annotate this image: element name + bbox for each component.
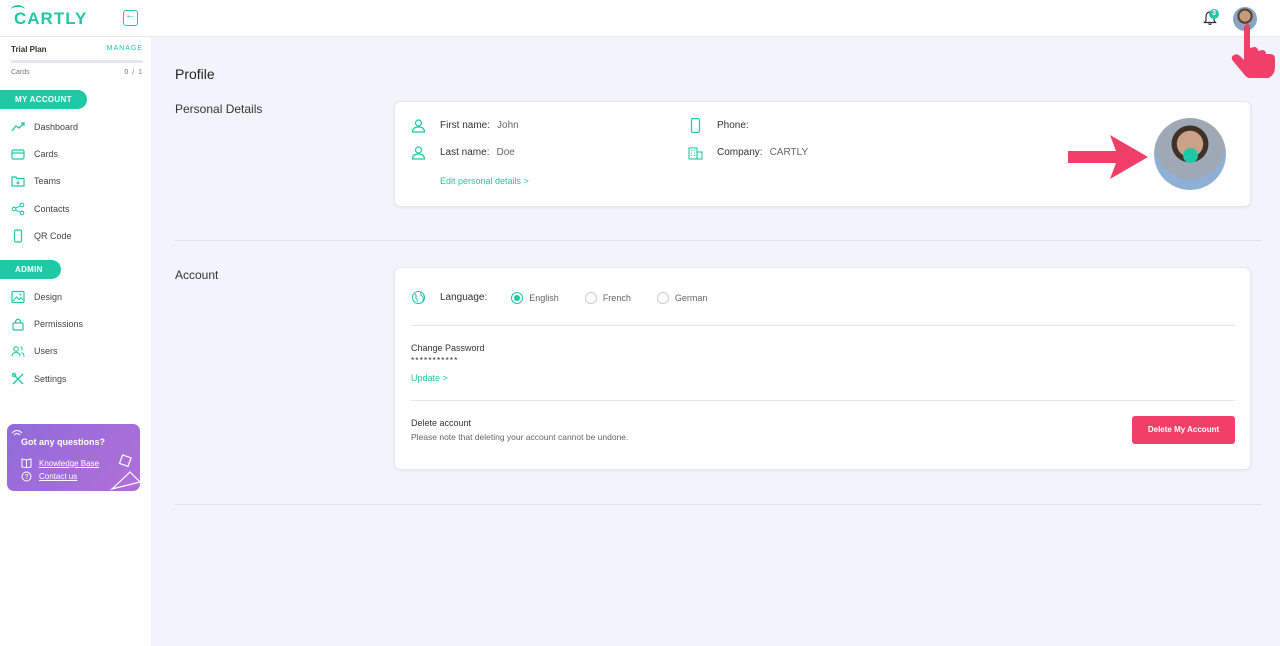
card-divider: [411, 325, 1235, 326]
cartly-logo[interactable]: CARTLY: [11, 5, 87, 29]
paper-plane-decoration-icon: [110, 454, 140, 491]
last-name-value: Doe: [496, 147, 515, 158]
personal-details-heading: Personal Details: [175, 102, 263, 116]
language-label: Language:: [440, 292, 488, 303]
sidebar-item-label: Settings: [34, 374, 67, 384]
sidebar-item-qr-code[interactable]: QR Code: [11, 228, 141, 244]
company-label: Company:: [717, 147, 763, 158]
sidebar-item-permissions[interactable]: Permissions: [11, 316, 141, 332]
language-option-german[interactable]: German: [656, 291, 707, 304]
account-card: Language: English French German Change P…: [394, 267, 1251, 470]
last-name-field: Last name: Doe: [411, 145, 515, 160]
sidebar-item-label: Design: [34, 292, 63, 302]
update-password-link[interactable]: Update >: [411, 373, 448, 383]
tools-icon: [11, 372, 24, 385]
collapse-sidebar-button[interactable]: [123, 9, 138, 26]
sidebar: Trial Plan MANAGE Cards 0 / 1 MY ACCOUNT…: [0, 37, 151, 646]
manage-plan-link[interactable]: MANAGE: [107, 45, 143, 52]
phone-field: Phone:: [688, 118, 756, 133]
first-name-value: John: [497, 120, 519, 131]
help-card-title: Got any questions?: [21, 437, 106, 447]
user-icon: [411, 146, 426, 160]
cards-count: 0 / 1: [124, 69, 143, 76]
account-heading: Account: [175, 268, 219, 282]
first-name-field: First name: John: [411, 118, 519, 133]
sidebar-item-label: Users: [34, 346, 58, 356]
sidebar-item-label: Teams: [34, 176, 61, 186]
question-icon: ?: [21, 471, 32, 482]
admin-section-pill: ADMIN: [0, 260, 61, 279]
section-divider: [175, 504, 1261, 505]
help-card: Got any questions? Knowledge Base ? Cont…: [7, 424, 140, 491]
sidebar-item-settings[interactable]: Settings: [11, 371, 141, 387]
folder-icon: [11, 176, 25, 187]
phone-label: Phone:: [717, 120, 749, 131]
arrow-pointer-icon: [1068, 135, 1148, 179]
language-option-french[interactable]: French: [584, 291, 631, 304]
page-title: Profile: [175, 66, 215, 82]
change-photo-button[interactable]: [1183, 148, 1198, 163]
sidebar-item-design[interactable]: Design: [11, 289, 141, 305]
users-icon: [11, 346, 25, 357]
phone-icon: [690, 118, 701, 133]
cards-label: Cards: [11, 69, 30, 76]
radio[interactable]: [656, 291, 669, 304]
sidebar-item-label: Permissions: [34, 319, 84, 329]
globe-icon: [411, 290, 426, 305]
sidebar-item-label: Dashboard: [34, 122, 79, 132]
book-icon: [21, 458, 32, 468]
image-icon: [11, 290, 25, 304]
building-icon: [688, 147, 703, 160]
radio[interactable]: [584, 291, 597, 304]
sidebar-item-dashboard[interactable]: Dashboard: [11, 119, 141, 135]
sidebar-item-users[interactable]: Users: [11, 343, 141, 359]
sidebar-item-contacts[interactable]: Contacts: [11, 201, 141, 217]
cards-usage: Cards 0 / 1: [11, 69, 143, 76]
edit-personal-details-link[interactable]: Edit personal details >: [440, 176, 529, 186]
radio-selected[interactable]: [511, 291, 524, 304]
plan-name: Trial Plan: [11, 45, 47, 54]
last-name-label: Last name:: [440, 147, 490, 158]
user-icon: [411, 119, 426, 133]
section-divider: [175, 240, 1261, 241]
delete-account-button[interactable]: Delete My Account: [1132, 416, 1235, 444]
plan-row: Trial Plan MANAGE: [11, 45, 143, 54]
my-account-section-pill: MY ACCOUNT: [0, 90, 87, 109]
card-icon: [11, 149, 25, 160]
top-bar: CARTLY 3: [0, 0, 1280, 37]
notification-badge: 3: [1209, 9, 1219, 19]
personal-details-card: First name: John Last name: Doe Phone: C…: [394, 101, 1251, 207]
first-name-label: First name:: [440, 120, 491, 131]
delete-account-note: Please note that deleting your account c…: [411, 432, 629, 442]
sidebar-item-label: Cards: [34, 149, 59, 159]
trend-icon: [11, 122, 25, 132]
change-password-title: Change Password: [411, 343, 485, 353]
company-value: CARTLY: [769, 147, 809, 158]
lock-icon: [12, 318, 24, 331]
phone-icon: [13, 229, 23, 243]
contact-us-link[interactable]: ? Contact us: [21, 471, 77, 482]
sidebar-item-label: QR Code: [34, 231, 72, 241]
sidebar-item-label: Contacts: [34, 204, 70, 214]
svg-text:?: ?: [25, 474, 29, 481]
sidebar-item-teams[interactable]: Teams: [11, 173, 141, 189]
hand-pointer-icon: [1231, 23, 1275, 78]
sidebar-item-cards[interactable]: Cards: [11, 146, 141, 162]
delete-account-title: Delete account: [411, 418, 472, 428]
share-icon: [11, 202, 25, 216]
language-option-english[interactable]: English: [511, 291, 559, 304]
language-row: Language: English French German: [411, 290, 733, 305]
card-divider: [411, 400, 1235, 401]
password-mask: ***********: [411, 355, 459, 365]
knowledge-base-link[interactable]: Knowledge Base: [21, 458, 99, 468]
plan-usage-bar: [11, 60, 143, 63]
company-field: Company: CARTLY: [688, 145, 808, 160]
